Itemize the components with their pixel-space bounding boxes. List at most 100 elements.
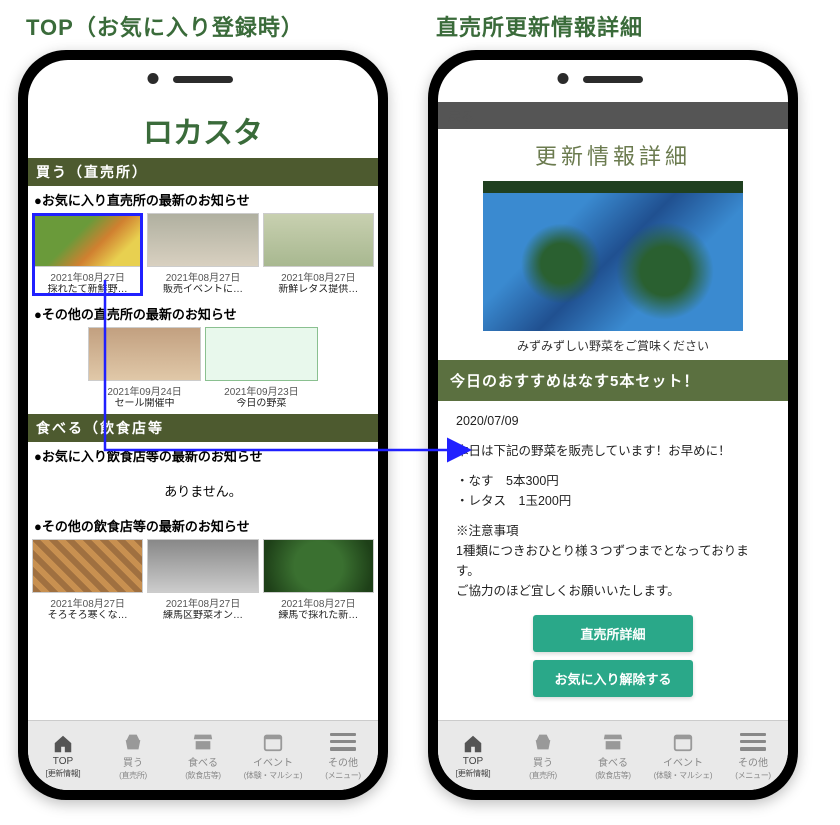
calendar-icon bbox=[670, 731, 696, 753]
card-date: 2021年08月27日 bbox=[32, 595, 143, 610]
tab-label: TOP bbox=[463, 756, 483, 767]
article-line: ・なす 5本300円 bbox=[456, 471, 770, 491]
tab-eat[interactable]: 食べる (飲食店等) bbox=[168, 721, 238, 790]
news-card[interactable]: 2021年09月23日 今日の野菜 bbox=[205, 327, 318, 410]
tab-eat[interactable]: 食べる (飲食店等) bbox=[578, 721, 648, 790]
hero-caption: みずみずしい野菜をご賞味ください bbox=[438, 337, 788, 354]
card-date: 2021年08月27日 bbox=[32, 269, 143, 284]
tab-label: イベント bbox=[663, 754, 703, 769]
card-caption: 練馬区野菜オン… bbox=[147, 610, 258, 622]
right-page-title: 直売所更新情報詳細 bbox=[436, 10, 798, 42]
news-card[interactable]: 2021年08月27日 採れたて新鮮野… bbox=[32, 213, 143, 296]
card-date: 2021年09月24日 bbox=[88, 383, 201, 398]
section-buy-bar: 買う（直売所） bbox=[28, 158, 378, 186]
screen-top: ロカスタ 買う（直売所） ●お気に入り直売所の最新のお知らせ 2021年08月2… bbox=[28, 102, 378, 720]
tab-top[interactable]: TOP [更新情報] bbox=[438, 721, 508, 790]
tab-buy[interactable]: 買う (直売所) bbox=[508, 721, 578, 790]
tab-sublabel: (直売所) bbox=[529, 770, 557, 781]
news-card[interactable]: 2021年08月27日 販売イベントに… bbox=[147, 213, 258, 296]
thumbnail bbox=[32, 539, 143, 593]
tab-other[interactable]: その他 (メニュー) bbox=[718, 721, 788, 790]
article-line: 本日は下記の野菜を販売しています！お早めに！ bbox=[456, 441, 770, 461]
thumbnail bbox=[147, 213, 258, 267]
card-caption: 練馬で採れた新… bbox=[263, 610, 374, 622]
bottom-nav: TOP [更新情報] 買う (直売所) 食べる (飲食店等) イベント (体験・… bbox=[28, 720, 378, 790]
store-icon bbox=[190, 731, 216, 753]
thumbnail bbox=[88, 327, 201, 381]
store-detail-button[interactable]: 直売所詳細 bbox=[533, 615, 693, 652]
section-eat-bar: 食べる（飲食店等 bbox=[28, 414, 378, 442]
tab-event[interactable]: イベント (体験・マルシェ) bbox=[238, 721, 308, 790]
phone-left: ロカスタ 買う（直売所） ●お気に入り直売所の最新のお知らせ 2021年08月2… bbox=[18, 50, 388, 800]
tab-sublabel: (飲食店等) bbox=[595, 770, 631, 781]
basket-icon bbox=[530, 731, 556, 753]
home-icon bbox=[460, 733, 486, 755]
thumbnail bbox=[263, 539, 374, 593]
tab-sublabel: [更新情報] bbox=[456, 768, 491, 779]
home-icon bbox=[50, 733, 76, 755]
phone-right: 戻る 更新情報詳細 みずみずしい野菜をご賞味ください 今日のおすすめはなす5本セ… bbox=[428, 50, 798, 800]
article-line: ご協力のほど宜しくお願いいたします。 bbox=[456, 581, 770, 601]
menu-icon bbox=[330, 731, 356, 753]
header-bar: 戻る bbox=[438, 102, 788, 129]
thumbnail bbox=[147, 539, 258, 593]
news-card[interactable]: 2021年09月24日 セール開催中 bbox=[88, 327, 201, 410]
thumbnail bbox=[263, 213, 374, 267]
tab-label: 買う bbox=[123, 754, 143, 769]
thumbnail bbox=[205, 327, 318, 381]
tab-sublabel: (直売所) bbox=[119, 770, 147, 781]
article-line: ・レタス 1玉200円 bbox=[456, 491, 770, 511]
tab-other[interactable]: その他 (メニュー) bbox=[308, 721, 378, 790]
tab-label: その他 bbox=[328, 754, 358, 769]
article-line: 1種類につきおひとり様３つずつまでとなっております。 bbox=[456, 541, 770, 581]
tab-label: その他 bbox=[738, 754, 768, 769]
article-date: 2020/07/09 bbox=[456, 411, 770, 431]
tab-label: イベント bbox=[253, 754, 293, 769]
tab-sublabel: (メニュー) bbox=[325, 770, 361, 781]
sub-other-eat: ●その他の飲食店等の最新のお知らせ bbox=[28, 512, 378, 539]
article-body: 2020/07/09 本日は下記の野菜を販売しています！お早めに！ ・なす 5本… bbox=[438, 401, 788, 611]
thumbnail bbox=[32, 213, 143, 267]
tab-sublabel: (体験・マルシェ) bbox=[654, 770, 713, 781]
tab-label: 食べる bbox=[598, 754, 628, 769]
sub-other-stores: ●その他の直売所の最新のお知らせ bbox=[28, 300, 378, 327]
tab-top[interactable]: TOP [更新情報] bbox=[28, 721, 98, 790]
tab-event[interactable]: イベント (体験・マルシェ) bbox=[648, 721, 718, 790]
news-card[interactable]: 2021年08月27日 新鮮レタス提供… bbox=[263, 213, 374, 296]
card-date: 2021年08月27日 bbox=[147, 269, 258, 284]
tab-sublabel: (メニュー) bbox=[735, 770, 771, 781]
sub-favorite-eat: ●お気に入り飲食店等の最新のお知らせ bbox=[28, 442, 378, 469]
sub-favorite-stores: ●お気に入り直売所の最新のお知らせ bbox=[28, 186, 378, 213]
article-line: ※注意事項 bbox=[456, 521, 770, 541]
card-caption: そろそろ寒くな… bbox=[32, 610, 143, 622]
headline-bar: 今日のおすすめはなす5本セット！ bbox=[438, 360, 788, 401]
basket-icon bbox=[120, 731, 146, 753]
left-page-title: TOP（お気に入り登録時） bbox=[26, 10, 388, 42]
back-button[interactable]: 戻る bbox=[448, 109, 474, 124]
news-card[interactable]: 2021年08月27日 練馬で採れた新… bbox=[263, 539, 374, 622]
card-caption: 採れたて新鮮野… bbox=[32, 284, 143, 296]
news-card[interactable]: 2021年08月27日 練馬区野菜オン… bbox=[147, 539, 258, 622]
app-title: ロカスタ bbox=[28, 102, 378, 158]
card-caption: 新鮮レタス提供… bbox=[263, 284, 374, 296]
card-date: 2021年08月27日 bbox=[147, 595, 258, 610]
screen-detail: 戻る 更新情報詳細 みずみずしい野菜をご賞味ください 今日のおすすめはなす5本セ… bbox=[438, 102, 788, 720]
card-date: 2021年09月23日 bbox=[205, 383, 318, 398]
empty-message: ありません。 bbox=[28, 469, 378, 512]
card-caption: 今日の野菜 bbox=[205, 398, 318, 410]
store-icon bbox=[600, 731, 626, 753]
hero-image bbox=[483, 181, 743, 331]
tab-label: 食べる bbox=[188, 754, 218, 769]
menu-icon bbox=[740, 731, 766, 753]
tab-label: TOP bbox=[53, 756, 73, 767]
tab-buy[interactable]: 買う (直売所) bbox=[98, 721, 168, 790]
card-caption: 販売イベントに… bbox=[147, 284, 258, 296]
news-card[interactable]: 2021年08月27日 そろそろ寒くな… bbox=[32, 539, 143, 622]
card-date: 2021年08月27日 bbox=[263, 269, 374, 284]
tab-sublabel: [更新情報] bbox=[46, 768, 81, 779]
detail-title: 更新情報詳細 bbox=[438, 129, 788, 181]
tab-sublabel: (体験・マルシェ) bbox=[244, 770, 303, 781]
calendar-icon bbox=[260, 731, 286, 753]
unfavorite-button[interactable]: お気に入り解除する bbox=[533, 660, 693, 697]
card-date: 2021年08月27日 bbox=[263, 595, 374, 610]
